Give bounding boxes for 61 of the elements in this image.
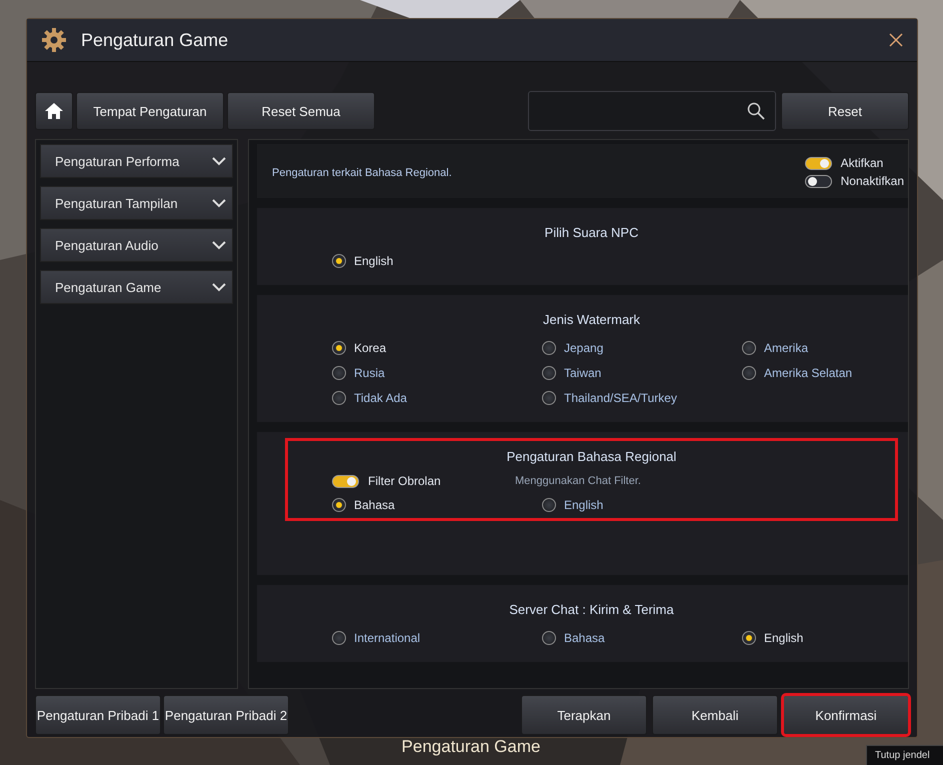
- toggle-label: Nonaktifkan: [840, 174, 904, 188]
- caption: Pengaturan Game: [402, 737, 540, 757]
- reset-button[interactable]: Reset: [781, 92, 909, 130]
- home-icon: [44, 102, 64, 120]
- option-label: Taiwan: [564, 366, 602, 380]
- toggle-description: Menggunakan Chat Filter.: [515, 475, 641, 487]
- gear-icon: [41, 27, 67, 53]
- action-button[interactable]: Kembali: [652, 695, 778, 735]
- toggle-switch[interactable]: [332, 474, 359, 488]
- option-label: Bahasa: [354, 498, 395, 512]
- window-title: Pengaturan Game: [81, 30, 230, 50]
- home-button[interactable]: [35, 92, 73, 130]
- radio-button[interactable]: [332, 254, 346, 268]
- sidebar-item[interactable]: Pengaturan Audio: [40, 228, 233, 262]
- option-label: English: [764, 631, 804, 645]
- radio-button[interactable]: [542, 498, 556, 512]
- description: Pengaturan terkait Bahasa Regional.: [272, 167, 452, 181]
- option-label: Thailand/SEA/Turkey: [564, 391, 677, 405]
- radio-button[interactable]: [742, 366, 756, 380]
- radio-button[interactable]: [542, 366, 556, 380]
- sidebar-item[interactable]: Pengaturan Game: [40, 270, 233, 304]
- toolbar-button[interactable]: Reset Semua: [227, 92, 375, 130]
- close-icon[interactable]: [889, 33, 903, 47]
- option-label: Amerika: [764, 341, 808, 355]
- section-title: Pilih Suara NPC: [544, 225, 640, 240]
- radio-button[interactable]: [542, 341, 556, 355]
- search-field[interactable]: [528, 91, 776, 131]
- radio-button[interactable]: [332, 631, 346, 645]
- option-label: Amerika Selatan: [764, 366, 852, 380]
- option-label: Korea: [354, 341, 386, 355]
- toggle-switch[interactable]: [804, 174, 832, 188]
- radio-button[interactable]: [542, 391, 556, 405]
- sidebar-item[interactable]: Pengaturan Tampilan: [40, 186, 233, 220]
- option-label: Tidak Ada: [354, 391, 407, 405]
- search-icon: [747, 102, 765, 120]
- radio-button[interactable]: [742, 631, 756, 645]
- toggle-label: Filter Obrolan: [368, 474, 441, 488]
- radio-button[interactable]: [332, 498, 346, 512]
- option-label: Rusia: [354, 366, 385, 380]
- section-title: Server Chat : Kirim & Terima: [508, 602, 675, 617]
- radio-button[interactable]: [742, 341, 756, 355]
- option-label: Jepang: [564, 341, 604, 355]
- action-button[interactable]: Terapkan: [521, 695, 647, 735]
- sidebar-item[interactable]: Pengaturan Performa: [40, 144, 233, 178]
- tooltip: Tutup jendel: [866, 745, 943, 765]
- section-title: Pengaturan Bahasa Regional: [506, 449, 678, 464]
- option-label: Bahasa: [564, 631, 605, 645]
- section-title: Jenis Watermark: [542, 312, 642, 327]
- radio-button[interactable]: [542, 631, 556, 645]
- toolbar-button[interactable]: Tempat Pengaturan: [76, 92, 224, 130]
- action-button[interactable]: Konfirmasi: [783, 695, 909, 735]
- toggle-label: Aktifkan: [840, 156, 884, 170]
- option-label: International: [354, 631, 420, 645]
- radio-button[interactable]: [332, 391, 346, 405]
- radio-button[interactable]: [332, 366, 346, 380]
- option-label: English: [564, 498, 604, 512]
- toggle-switch[interactable]: [804, 156, 832, 170]
- preset-button[interactable]: Pengaturan Pribadi 2: [163, 695, 289, 735]
- option-label: English: [354, 254, 394, 268]
- radio-button[interactable]: [332, 341, 346, 355]
- preset-button[interactable]: Pengaturan Pribadi 1: [35, 695, 161, 735]
